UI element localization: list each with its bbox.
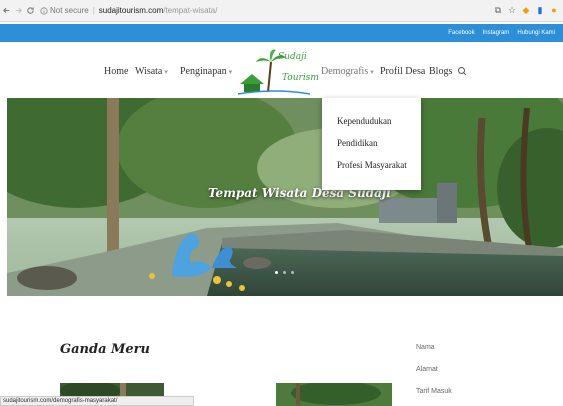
extension-icon[interactable]: ◆ xyxy=(521,4,531,16)
browser-toolbar: Not secure | sudajitourism.com/tempat-wi… xyxy=(0,0,563,22)
dropdown-item-profesi-masyarakat[interactable]: Profesi Masyarakat xyxy=(322,158,421,180)
slider-pagination xyxy=(275,271,294,274)
info-label-tarif: Tarif Masuk xyxy=(416,388,452,395)
chevron-down-icon: ▾ xyxy=(164,68,168,76)
facebook-link[interactable]: Facebook xyxy=(448,30,474,36)
page: Not secure | sudajitourism.com/tempat-wi… xyxy=(0,0,563,406)
contact-link[interactable]: Hubungi Kami xyxy=(517,30,555,36)
chevron-down-icon: ▾ xyxy=(228,68,233,76)
arrow-left-icon xyxy=(2,7,9,14)
nav-demografis[interactable]: Demografis ▾ xyxy=(321,66,374,77)
address-separator: | xyxy=(92,6,95,15)
slider-dot[interactable] xyxy=(283,271,286,274)
nav-blogs-label: Blogs xyxy=(429,66,453,77)
address-bar[interactable]: Not secure | sudajitourism.com/tempat-wi… xyxy=(40,4,217,18)
arrow-right-icon xyxy=(15,7,22,14)
info-icon xyxy=(40,6,48,15)
nav-penginapan[interactable]: Penginapan ▾ xyxy=(180,66,232,77)
nav-home-label: Home xyxy=(104,66,129,77)
url-host: sudajitourism.com xyxy=(98,6,164,15)
nav-penginapan-label: Penginapan xyxy=(180,66,227,77)
url-path: /tempat-wisata/ xyxy=(163,6,218,15)
instagram-link[interactable]: Instagram xyxy=(483,30,510,36)
nav-home[interactable]: Home xyxy=(104,66,128,77)
nav-profil-desa[interactable]: Profil Desa xyxy=(380,66,425,77)
nav-profil-desa-label: Profil Desa xyxy=(380,66,426,77)
content-image[interactable] xyxy=(276,383,392,406)
dropdown-item-kependudukan[interactable]: Kependudukan xyxy=(322,114,421,136)
browser-status-bar: sudajitourism.com/demografis-masyarakat/ xyxy=(0,396,194,406)
browser-extension-icons: ⧉ ☆ ◆ ▮ ● xyxy=(493,4,559,16)
translate-icon[interactable]: ⧉ xyxy=(493,4,503,16)
nav-demografis-label: Demografis xyxy=(321,66,369,77)
slider-dot[interactable] xyxy=(291,271,294,274)
top-bar: Facebook Instagram Hubungi Kami xyxy=(0,24,563,42)
nav-wisata[interactable]: Wisata ▾ xyxy=(135,66,168,77)
slider-dot[interactable] xyxy=(275,271,278,274)
reload-icon xyxy=(26,7,34,14)
logo-text: Tourism xyxy=(282,73,319,83)
search-icon[interactable] xyxy=(457,66,467,76)
reload-button[interactable] xyxy=(24,4,36,18)
security-label: Not secure xyxy=(50,6,89,15)
content-photo xyxy=(276,383,392,406)
info-label-alamat: Alamat xyxy=(416,366,438,373)
content-title: Ganda Meru xyxy=(60,342,150,357)
dropdown-item-pendidikan[interactable]: Pendidikan xyxy=(322,136,421,158)
forward-button[interactable] xyxy=(12,4,24,18)
back-button[interactable] xyxy=(0,4,12,18)
extension-icon[interactable]: ● xyxy=(549,4,559,16)
chevron-down-icon: ▾ xyxy=(370,68,374,76)
info-label-nama: Nama xyxy=(416,344,435,351)
nav-wisata-label: Wisata xyxy=(135,66,163,77)
extension-icon[interactable]: ▮ xyxy=(535,4,545,16)
star-icon[interactable]: ☆ xyxy=(507,4,517,16)
logo-text: Sudaji xyxy=(278,52,307,62)
nav-blogs[interactable]: Blogs xyxy=(429,66,452,77)
demografis-dropdown: Kependudukan Pendidikan Profesi Masyarak… xyxy=(322,98,421,190)
